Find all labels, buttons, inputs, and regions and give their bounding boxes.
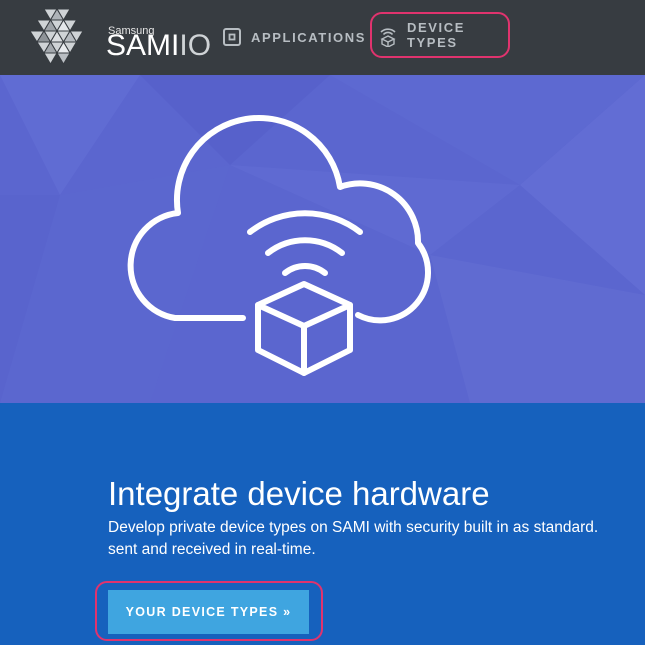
page-title: Integrate device hardware [108,475,490,513]
description-line-2: sent and received in real-time. [108,541,316,558]
nav-device-types[interactable]: DEVICE TYPES [370,12,510,58]
cloud-device-illustration [127,114,431,376]
brand-io-text: IO [179,29,212,62]
samiio-logo[interactable]: Samsung SAMIIO [24,7,211,69]
nav-applications[interactable]: APPLICATIONS [222,20,366,54]
main-content: Integrate device hardware Develop privat… [0,403,645,645]
page-description: Develop private device types on SAMI wit… [108,517,645,561]
hero-banner [0,75,645,403]
applications-icon [222,27,242,47]
samiio-logo-icon [29,8,84,65]
nav-device-types-label: DEVICE TYPES [407,20,466,50]
description-line-1: Develop private device types on SAMI wit… [108,519,599,536]
brand-sami-text: SAMI [106,29,180,62]
brand-name: SAMIIO [106,29,211,63]
device-types-icon [378,25,398,48]
top-navigation-bar: Samsung SAMIIO APPLICATIONS DEVICE TYPES [0,0,645,75]
nav-applications-label: APPLICATIONS [251,29,367,45]
your-device-types-button[interactable]: YOUR DEVICE TYPES » [108,590,309,634]
